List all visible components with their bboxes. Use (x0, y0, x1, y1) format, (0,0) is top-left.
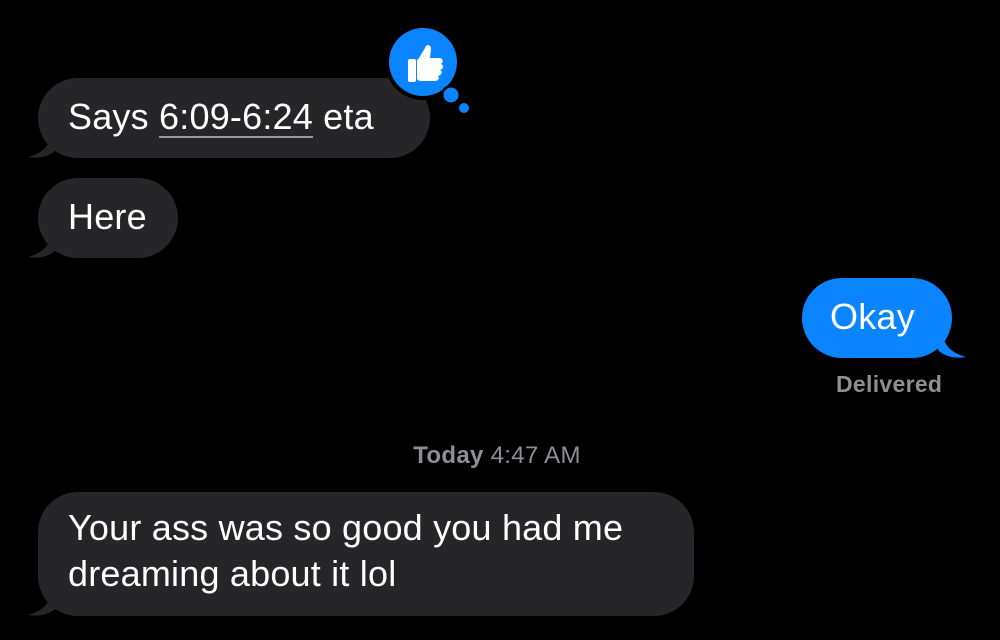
message-text: Says 6:09-6:24 eta (68, 96, 374, 137)
bubble-tail (28, 228, 56, 258)
thumbs-up-icon[interactable] (384, 16, 476, 116)
timestamp-time: 4:47 AM (490, 442, 581, 469)
bubble-tail (28, 128, 56, 158)
message-bubble-outgoing[interactable]: Okay (802, 278, 952, 358)
message-text: Your ass was so good you had me dreaming… (68, 507, 624, 594)
message-text: Okay (830, 296, 915, 337)
conversation-timestamp: Today 4:47 AM (0, 442, 994, 470)
detected-time-link[interactable]: 6:09-6:24 (159, 96, 313, 137)
message-bubble-incoming[interactable]: Your ass was so good you had me dreaming… (38, 492, 694, 616)
bubble-tail (28, 586, 56, 616)
message-text: Here (68, 196, 147, 237)
bubble-tail (938, 328, 966, 358)
timestamp-day: Today (413, 442, 484, 469)
message-bubble-incoming[interactable]: Here (38, 178, 178, 258)
message-bubble-incoming[interactable]: Says 6:09-6:24 eta (38, 78, 430, 158)
delivery-status: Delivered (836, 371, 943, 397)
